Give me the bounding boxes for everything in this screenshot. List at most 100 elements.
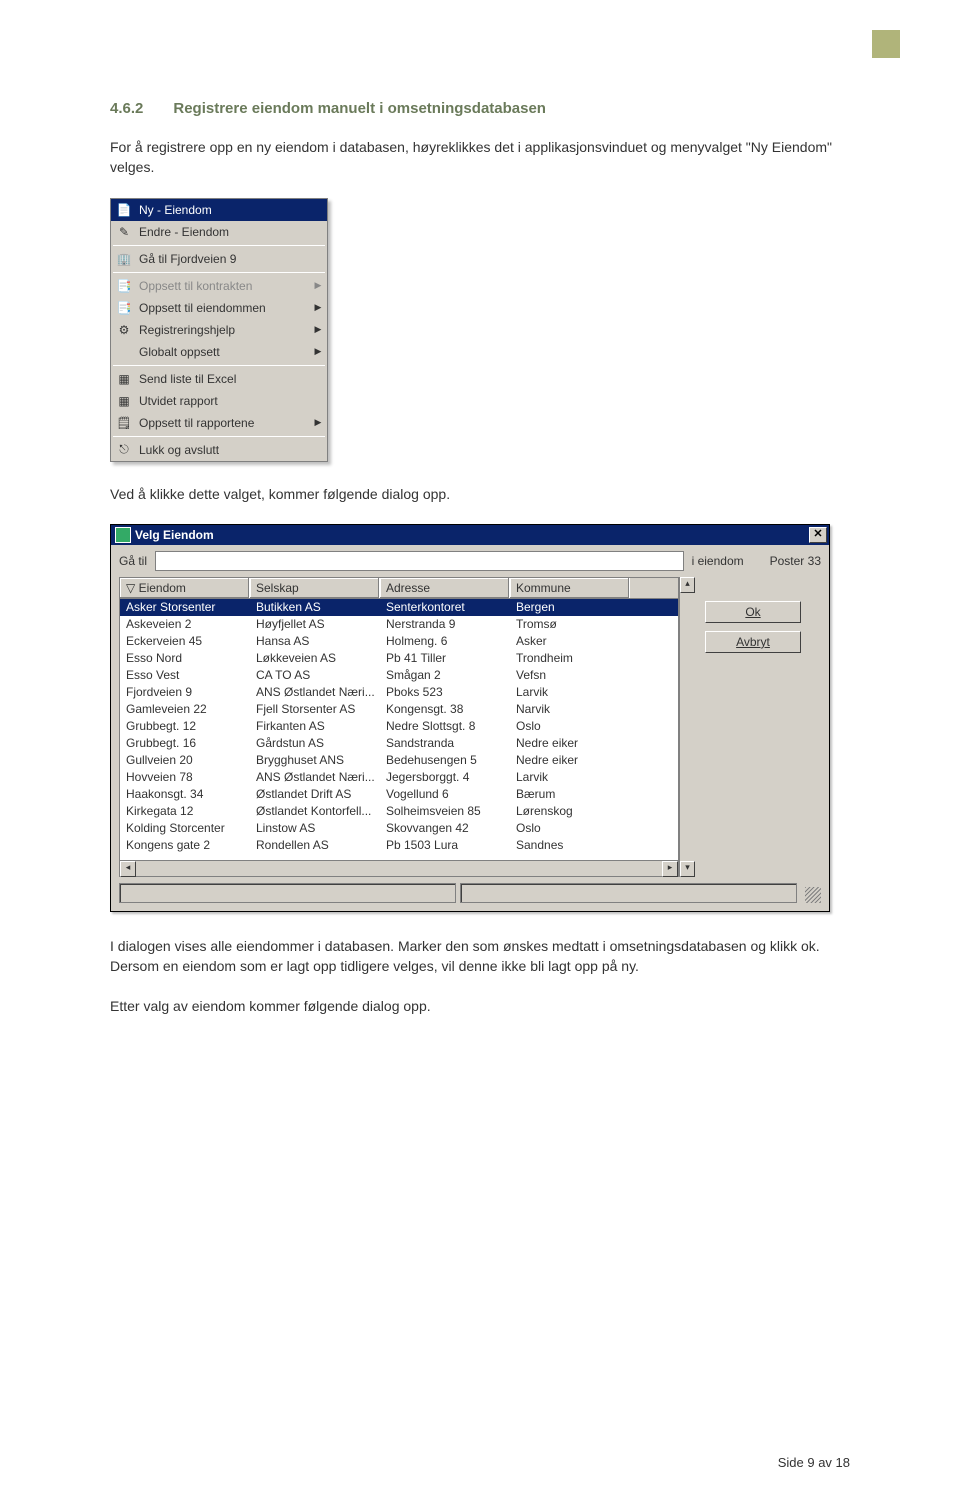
column-header[interactable]: Selskap bbox=[250, 578, 380, 598]
status-cell-2 bbox=[460, 883, 797, 903]
doc-icon: 📑 bbox=[115, 277, 133, 295]
menu-item[interactable]: ▦Utvidet rapport bbox=[111, 390, 327, 412]
table-cell: Grubbegt. 12 bbox=[120, 718, 250, 735]
ok-button[interactable]: Ok bbox=[705, 601, 801, 623]
menu-item-label: Registreringshjelp bbox=[139, 323, 307, 337]
menu-item[interactable]: 📑Oppsett til eiendommen▶ bbox=[111, 297, 327, 319]
menu-separator bbox=[113, 365, 325, 366]
menu-item-label: Send liste til Excel bbox=[139, 372, 307, 386]
menu-item-label: Lukk og avslutt bbox=[139, 443, 307, 457]
table-cell: Gullveien 20 bbox=[120, 752, 250, 769]
section-title: Registrere eiendom manuelt i omsetningsd… bbox=[173, 100, 546, 117]
table-row[interactable]: Kirkegata 12Østlandet Kontorfell...Solhe… bbox=[120, 803, 678, 820]
header-accent-box bbox=[872, 30, 900, 58]
table-cell: Bærum bbox=[510, 786, 630, 803]
column-header[interactable]: Adresse bbox=[380, 578, 510, 598]
poster-count: Poster 33 bbox=[770, 554, 821, 568]
table-cell: Nerstranda 9 bbox=[380, 616, 510, 633]
sort-icon: ▽ bbox=[126, 581, 139, 595]
column-header[interactable]: ▽ Eiendom bbox=[120, 578, 250, 598]
table-row[interactable]: Asker StorsenterButikken ASSenterkontore… bbox=[120, 599, 678, 616]
table-cell: CA TO AS bbox=[250, 667, 380, 684]
scroll-up-button[interactable]: ▴ bbox=[680, 577, 695, 593]
table-cell: Oslo bbox=[510, 718, 630, 735]
table-cell: Kongensgt. 38 bbox=[380, 701, 510, 718]
table-row[interactable]: Grubbegt. 12Firkanten ASNedre Slottsgt. … bbox=[120, 718, 678, 735]
table-cell: Sandstranda bbox=[380, 735, 510, 752]
status-bar bbox=[119, 883, 821, 903]
menu-item[interactable]: 📄 Ny - Eiendom bbox=[111, 199, 327, 221]
menu-item[interactable]: ⚙Registreringshjelp▶ bbox=[111, 319, 327, 341]
close-button[interactable]: ✕ bbox=[809, 527, 827, 543]
table-row[interactable]: Gullveien 20Brygghuset ANSBedehusengen 5… bbox=[120, 752, 678, 769]
grid-header: ▽ EiendomSelskapAdresseKommune bbox=[120, 578, 678, 599]
table-cell: Asker bbox=[510, 633, 630, 650]
cancel-button[interactable]: Avbryt bbox=[705, 631, 801, 653]
table-cell: Esso Vest bbox=[120, 667, 250, 684]
table-cell: Løkkeveien AS bbox=[250, 650, 380, 667]
section-heading: 4.6.2 Registrere eiendom manuelt i omset… bbox=[110, 100, 850, 117]
grid-rows[interactable]: Asker StorsenterButikken ASSenterkontore… bbox=[120, 599, 678, 860]
table-cell: Gårdstun AS bbox=[250, 735, 380, 752]
menu-item[interactable]: ⎋ Lukk og avslutt bbox=[111, 439, 327, 461]
table-cell: Smågan 2 bbox=[380, 667, 510, 684]
table-cell: Brygghuset ANS bbox=[250, 752, 380, 769]
menu-item-label: Oppsett til eiendommen bbox=[139, 301, 307, 315]
table-row[interactable]: Eckerveien 45Hansa ASHolmeng. 6Asker bbox=[120, 633, 678, 650]
submenu-arrow-icon: ▶ bbox=[313, 346, 323, 357]
menu-item-label: Oppsett til rapportene bbox=[139, 416, 307, 430]
table-cell: Fjell Storsenter AS bbox=[250, 701, 380, 718]
scroll-right-button[interactable]: ▸ bbox=[662, 861, 678, 877]
menu-item-label: Endre - Eiendom bbox=[139, 225, 307, 239]
after-dialog-paragraph-2: Etter valg av eiendom kommer følgende di… bbox=[110, 996, 850, 1016]
resize-grip[interactable] bbox=[805, 887, 821, 903]
eiendom-grid[interactable]: ▽ EiendomSelskapAdresseKommune Asker Sto… bbox=[119, 577, 679, 877]
dialog-title-bar: Velg Eiendom ✕ bbox=[111, 525, 829, 545]
excel-icon: ▦ bbox=[115, 392, 133, 410]
table-row[interactable]: Kolding StorcenterLinstow ASSkovvangen 4… bbox=[120, 820, 678, 837]
table-cell: Nedre eiker bbox=[510, 735, 630, 752]
menu-item[interactable]: Globalt oppsett ▶ bbox=[111, 341, 327, 363]
exit-icon: ⎋ bbox=[115, 441, 133, 459]
table-cell: Holmeng. 6 bbox=[380, 633, 510, 650]
table-cell: Solheimsveien 85 bbox=[380, 803, 510, 820]
table-row[interactable]: Kongens gate 2Rondellen ASPb 1503 LuraSa… bbox=[120, 837, 678, 854]
submenu-arrow-icon: ▶ bbox=[313, 324, 323, 335]
table-cell: Trondheim bbox=[510, 650, 630, 667]
table-row[interactable]: Esso NordLøkkeveien ASPb 41 TillerTrondh… bbox=[120, 650, 678, 667]
submenu-arrow-icon: ▶ bbox=[313, 302, 323, 313]
table-row[interactable]: Askeveien 2Høyfjellet ASNerstranda 9Trom… bbox=[120, 616, 678, 633]
table-cell: Høyfjellet AS bbox=[250, 616, 380, 633]
column-header[interactable]: Kommune bbox=[510, 578, 630, 598]
menu-item[interactable]: 🏢Gå til Fjordveien 9 bbox=[111, 248, 327, 270]
table-cell: Tromsø bbox=[510, 616, 630, 633]
vertical-scrollbar[interactable]: ▴ ▾ bbox=[679, 577, 695, 877]
table-row[interactable]: Esso VestCA TO ASSmågan 2Vefsn bbox=[120, 667, 678, 684]
scroll-down-button[interactable]: ▾ bbox=[680, 861, 695, 877]
table-row[interactable]: Fjordveien 9ANS Østlandet Næri...Pboks 5… bbox=[120, 684, 678, 701]
scroll-left-button[interactable]: ◂ bbox=[120, 861, 136, 877]
table-row[interactable]: Grubbegt. 16Gårdstun ASSandstrandaNedre … bbox=[120, 735, 678, 752]
search-input[interactable] bbox=[155, 551, 684, 571]
page-icon: 📄 bbox=[115, 201, 133, 219]
table-cell: Bergen bbox=[510, 599, 630, 616]
table-row[interactable]: Gamleveien 22Fjell Storsenter ASKongensg… bbox=[120, 701, 678, 718]
horizontal-scrollbar[interactable]: ◂ ▸ bbox=[120, 860, 678, 876]
menu-item[interactable]: ✎Endre - Eiendom bbox=[111, 221, 327, 243]
menu-item[interactable]: ▦Send liste til Excel bbox=[111, 368, 327, 390]
table-cell: Sandnes bbox=[510, 837, 630, 854]
menu-item-label: Ny - Eiendom bbox=[139, 203, 307, 217]
table-cell: Bedehusengen 5 bbox=[380, 752, 510, 769]
table-cell: Haakonsgt. 34 bbox=[120, 786, 250, 803]
table-cell: Firkanten AS bbox=[250, 718, 380, 735]
dialog-title: Velg Eiendom bbox=[135, 528, 214, 542]
menu-item-label: Oppsett til kontrakten bbox=[139, 279, 307, 293]
menu-item[interactable]: 🗒Oppsett til rapportene▶ bbox=[111, 412, 327, 434]
table-cell: Senterkontoret bbox=[380, 599, 510, 616]
table-row[interactable]: Hovveien 78ANS Østlandet Næri...Jegersbo… bbox=[120, 769, 678, 786]
table-cell: Pboks 523 bbox=[380, 684, 510, 701]
table-cell: Eckerveien 45 bbox=[120, 633, 250, 650]
menu-item[interactable]: 📑Oppsett til kontrakten▶ bbox=[111, 275, 327, 297]
menu-item-label: Globalt oppsett bbox=[139, 345, 307, 359]
table-row[interactable]: Haakonsgt. 34Østlandet Drift ASVogellund… bbox=[120, 786, 678, 803]
